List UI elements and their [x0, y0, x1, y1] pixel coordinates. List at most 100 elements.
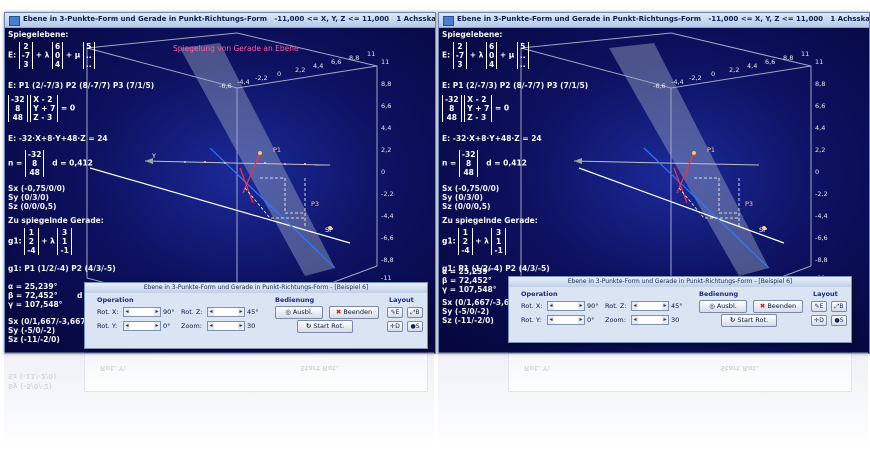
spin-left-icon[interactable]: ◂	[124, 322, 130, 330]
operation-group-label: Operation	[97, 296, 134, 304]
line-equation: g1: 1 2 -4 + λ 3 1 -1	[442, 228, 506, 255]
coordinate-form: E: -32·X+8·Y+48·Z = 24	[8, 134, 108, 143]
spin-left-icon[interactable]: ◂	[548, 302, 554, 310]
plane-eq-prefix: E:	[8, 50, 17, 60]
angle-beta: β = 72,452°	[8, 291, 58, 300]
spin-left-icon[interactable]: ◂	[632, 316, 638, 324]
distance-d: d = 0,412	[486, 158, 527, 168]
plane-points: E: P1 (2/-7/3) P2 (8/-7/7) P3 (7/1/5)	[442, 81, 589, 90]
tick-label: 11	[367, 50, 376, 58]
tick-label: -4,4	[381, 212, 394, 220]
reflected-label: Start Rot.	[720, 364, 759, 372]
tick-label: 2,2	[295, 66, 306, 74]
tick-label: -4,4	[237, 78, 250, 86]
rot-z-spinner[interactable]: ◂ ▸	[631, 301, 669, 311]
reflected-panel	[508, 352, 852, 392]
bedienung-group-label: Bedienung	[275, 296, 315, 304]
xyz-vector: X - 2Y + 7Z - 3	[464, 95, 493, 122]
rot-z-label: Rot. Z:	[605, 302, 627, 310]
layout-b-button[interactable]: ⤢B	[831, 301, 847, 312]
panel-title[interactable]: Ebene in 3-Punkte-Form und Gerade in Pun…	[85, 283, 427, 293]
line-vector-1: 1 2 -4	[458, 228, 473, 255]
line-heading: Zu spiegelnde Gerade:	[8, 216, 104, 225]
rot-y-spinner[interactable]: ◂ ▸	[123, 321, 161, 331]
layout-d-button[interactable]: ✛D	[811, 315, 827, 326]
spin-right-icon[interactable]: ▸	[154, 322, 160, 330]
zoom-spinner[interactable]: ◂ ▸	[631, 315, 669, 325]
window-title: Ebene in 3-Punkte-Form und Gerade in Pun…	[457, 15, 870, 23]
tick-label: 8,8	[381, 80, 392, 88]
trace-sz: Sz (0/0/0,5)	[8, 202, 57, 211]
tick-label: 11	[815, 58, 824, 66]
tick-label: 8,8	[815, 80, 826, 88]
spin-right-icon[interactable]: ▸	[578, 302, 584, 310]
beenden-button[interactable]: ✖ Beenden	[753, 300, 803, 313]
layout-d-button[interactable]: ✛D	[387, 321, 403, 332]
line-g1	[578, 167, 785, 244]
spin-right-icon[interactable]: ▸	[238, 308, 244, 316]
tick-label: -6,6	[815, 234, 828, 242]
plane-vector-3: 5....	[516, 42, 529, 69]
line-trace-sx: Sx (0/1,667/-3,667)	[8, 317, 89, 326]
point-p1	[258, 151, 262, 155]
tick-label: 8,8	[349, 54, 360, 62]
tick-label: 4,4	[313, 62, 324, 70]
rot-y-spinner[interactable]: ◂ ▸	[547, 315, 585, 325]
n-vector: -32 8 48	[24, 150, 45, 177]
rot-z-spinner[interactable]: ◂ ▸	[207, 307, 245, 317]
spin-right-icon[interactable]: ▸	[238, 322, 244, 330]
tick-label: 4,4	[747, 62, 758, 70]
rot-x-value: 90°	[587, 302, 599, 310]
eye-icon: ◎	[709, 302, 715, 310]
beenden-button[interactable]: ✖ Beenden	[329, 306, 379, 319]
normal-vector-n: n = -32 8 48 d = 0,412	[8, 150, 93, 177]
ausbl-button[interactable]: ◎ Ausbl.	[275, 306, 323, 319]
title-bar[interactable]: Ebene in 3-Punkte-Form und Gerade in Pun…	[439, 13, 869, 28]
start-rot-button[interactable]: ↻ Start Rot.	[297, 320, 353, 333]
ausbl-button[interactable]: ◎ Ausbl.	[699, 300, 747, 313]
layout-e-button[interactable]: ✎E	[387, 307, 403, 318]
line-trace-sz: Sz (-11/-2/0)	[442, 316, 494, 325]
spin-right-icon[interactable]: ▸	[578, 316, 584, 324]
y-axis-arrow	[574, 158, 582, 164]
tick-label: 11	[381, 58, 390, 66]
plane-vector-3: 5....	[82, 42, 95, 69]
angle-gamma: γ = 107,548°	[442, 285, 497, 294]
panel-title[interactable]: Ebene in 3-Punkte-Form und Gerade in Pun…	[509, 277, 851, 287]
rot-x-spinner[interactable]: ◂ ▸	[547, 301, 585, 311]
layout-b-button[interactable]: ⤢B	[407, 307, 423, 318]
tick-label: 6,6	[331, 58, 342, 66]
spin-left-icon[interactable]: ◂	[208, 322, 214, 330]
plus-mu: + μ	[499, 50, 515, 60]
spin-right-icon[interactable]: ▸	[662, 302, 668, 310]
rot-y-value: 0°	[163, 322, 171, 330]
rotate-icon: ↻	[305, 322, 312, 330]
start-rot-button[interactable]: ↻ Start Rot.	[721, 314, 777, 327]
rot-y-label: Rot. Y:	[521, 316, 542, 324]
title-bar[interactable]: Ebene in 3-Punkte-Form und Gerade in Pun…	[5, 13, 435, 28]
d-suffix: d	[77, 291, 83, 300]
bedienung-group-label: Bedienung	[699, 290, 739, 298]
tick-label: 8,8	[783, 54, 794, 62]
layout-s-button[interactable]: ●S	[407, 321, 423, 332]
tick-label: -2,2	[815, 190, 828, 198]
y-axis	[144, 160, 326, 166]
spin-left-icon[interactable]: ◂	[632, 302, 638, 310]
close-icon: ✖	[759, 302, 766, 310]
spin-right-icon[interactable]: ▸	[662, 316, 668, 324]
plane-vector-1: 2 -7 3	[18, 42, 34, 69]
spin-left-icon[interactable]: ◂	[208, 308, 214, 316]
spin-right-icon[interactable]: ▸	[154, 308, 160, 316]
spin-left-icon[interactable]: ◂	[548, 316, 554, 324]
label-sp: SP	[325, 226, 334, 234]
zoom-value: 30	[671, 316, 680, 324]
layout-s-button[interactable]: ●S	[831, 315, 847, 326]
n-label: n =	[8, 158, 23, 168]
rot-x-spinner[interactable]: ◂ ▸	[123, 307, 161, 317]
layout-e-button[interactable]: ✎E	[811, 301, 827, 312]
zoom-spinner[interactable]: ◂ ▸	[207, 321, 245, 331]
window-title: Ebene in 3-Punkte-Form und Gerade in Pun…	[23, 15, 436, 23]
zoom-value: 30	[247, 322, 256, 330]
angle-alpha: α = 25,239°	[442, 267, 492, 276]
spin-left-icon[interactable]: ◂	[124, 308, 130, 316]
